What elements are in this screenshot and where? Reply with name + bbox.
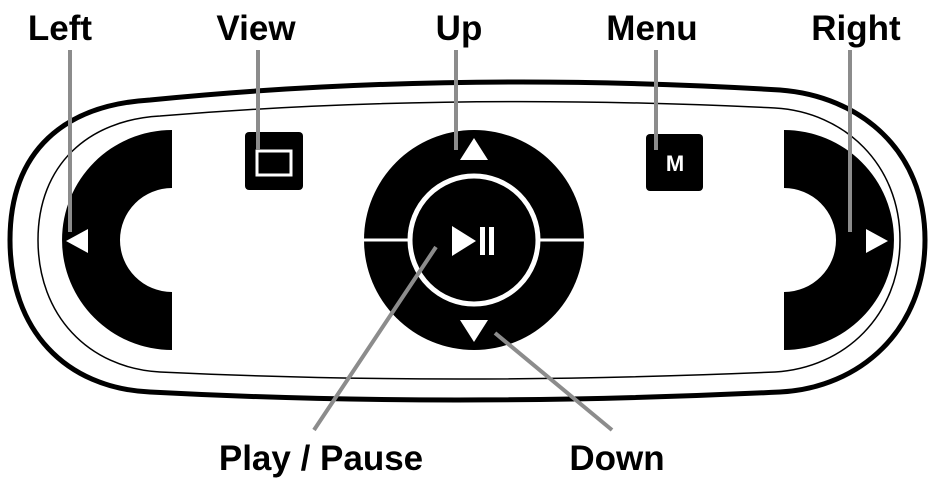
label-view: View [216, 9, 296, 48]
m-letter-icon: M [666, 151, 684, 176]
label-up: Up [436, 9, 483, 48]
label-play-pause: Play / Pause [219, 439, 423, 478]
remote-control-diagram: M Left View Up Menu Right Play / Pause D… [7, 9, 928, 478]
label-down: Down [569, 439, 664, 478]
view-button[interactable] [245, 132, 303, 190]
label-menu: Menu [606, 9, 697, 48]
label-right: Right [811, 9, 901, 48]
label-left: Left [28, 9, 93, 48]
